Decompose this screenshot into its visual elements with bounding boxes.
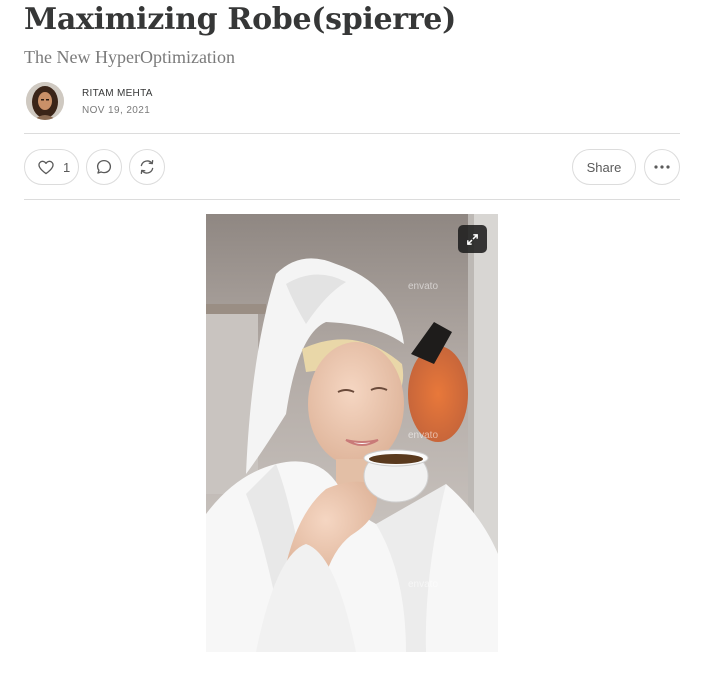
- like-count: 1: [63, 159, 71, 175]
- byline: RITAM MEHTA NOV 19, 2021: [25, 81, 325, 121]
- more-icon: [654, 165, 670, 169]
- divider: [24, 199, 680, 200]
- woman-in-robe-drinking-coffee-image: [206, 214, 498, 652]
- comment-button[interactable]: [86, 149, 122, 185]
- post-title: Maximizing Robe(spierre): [24, 2, 456, 37]
- expand-icon: [466, 233, 479, 246]
- author-name[interactable]: RITAM MEHTA: [82, 88, 153, 99]
- watermark: envato: [408, 430, 439, 441]
- post-date: NOV 19, 2021: [82, 105, 151, 116]
- divider: [24, 133, 680, 134]
- like-button[interactable]: 1: [24, 149, 79, 185]
- heart-icon: [37, 159, 55, 175]
- post-image[interactable]: envato envato envato: [206, 214, 498, 652]
- share-button[interactable]: Share: [572, 149, 636, 185]
- more-options-button[interactable]: [644, 149, 680, 185]
- expand-image-button[interactable]: [458, 225, 487, 253]
- post-subtitle: The New HyperOptimization: [24, 47, 235, 67]
- author-avatar[interactable]: [26, 82, 64, 120]
- watermark: envato: [408, 579, 439, 590]
- restack-button[interactable]: [129, 149, 165, 185]
- refresh-icon: [138, 158, 156, 176]
- comment-icon: [95, 158, 113, 176]
- watermark: envato: [408, 281, 439, 292]
